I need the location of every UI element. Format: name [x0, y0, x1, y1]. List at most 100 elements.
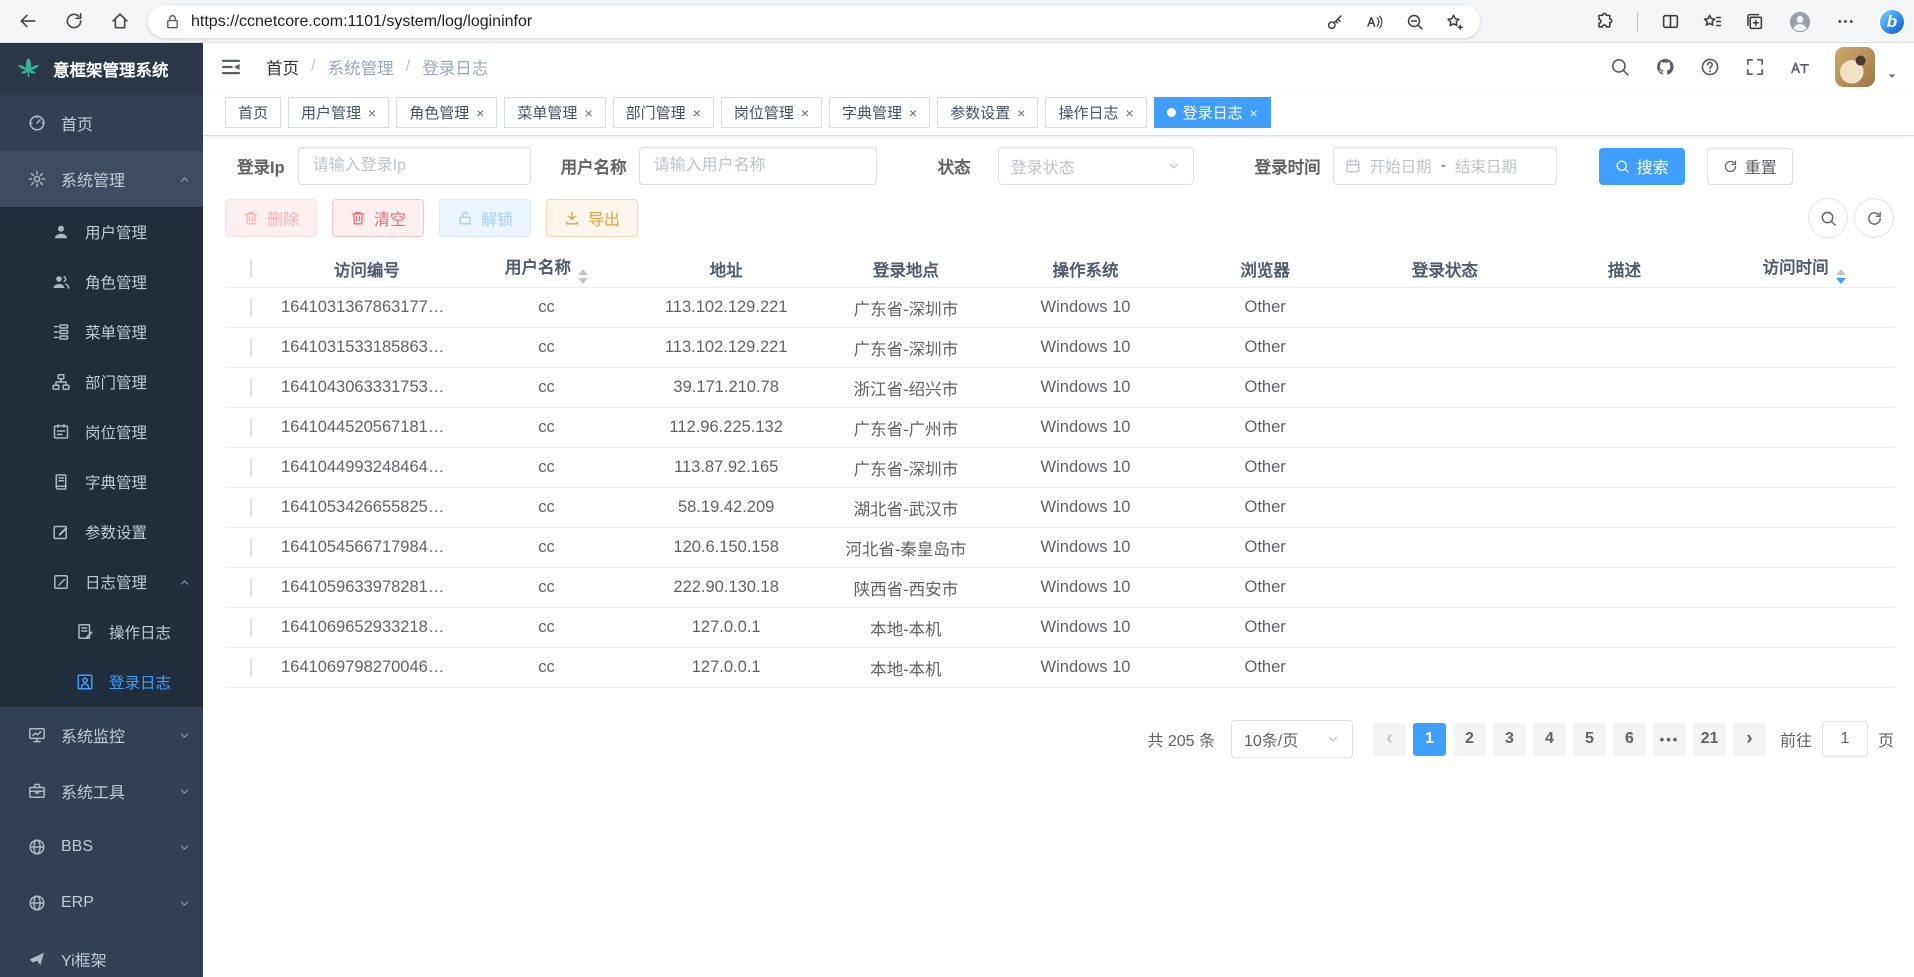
password-key-icon[interactable]	[1326, 13, 1344, 31]
close-tab-icon[interactable]: ×	[1125, 105, 1133, 121]
delete-button[interactable]: 删除	[225, 199, 317, 237]
tab-角色管理[interactable]: 角色管理×	[396, 97, 497, 128]
sidebar-item-dept-management[interactable]: 部门管理	[0, 357, 203, 407]
copilot-bing-icon[interactable]: b	[1878, 8, 1906, 36]
pager-page-2[interactable]: 2	[1453, 723, 1486, 756]
status-select[interactable]: 登录状态	[998, 147, 1194, 185]
sidebar-item-dict-management[interactable]: 字典管理	[0, 457, 203, 507]
favorite-star-icon[interactable]	[1446, 13, 1464, 31]
close-tab-icon[interactable]: ×	[693, 105, 701, 121]
search-button[interactable]: 搜索	[1599, 148, 1685, 185]
row-checkbox[interactable]	[250, 618, 252, 637]
sidebar-collapse-icon[interactable]	[220, 56, 242, 78]
tab-首页[interactable]: 首页	[225, 97, 281, 128]
sidebar-item-system-tools[interactable]: 系统工具	[0, 763, 203, 819]
close-tab-icon[interactable]: ×	[476, 105, 484, 121]
sidebar-item-param-settings[interactable]: 参数设置	[0, 507, 203, 557]
date-range-picker[interactable]: 开始日期 - 结束日期	[1333, 147, 1557, 185]
tab-参数设置[interactable]: 参数设置×	[937, 97, 1038, 128]
browser-back-icon[interactable]	[18, 11, 38, 31]
sidebar-item-erp[interactable]: ERP	[0, 875, 203, 931]
pager-page-6[interactable]: 6	[1613, 723, 1646, 756]
close-tab-icon[interactable]: ×	[584, 105, 592, 121]
sidebar-item-post-management[interactable]: 岗位管理	[0, 407, 203, 457]
row-checkbox[interactable]	[250, 658, 252, 677]
sidebar-item-menu-management[interactable]: 菜单管理	[0, 307, 203, 357]
export-button[interactable]: 导出	[546, 199, 638, 237]
tab-部门管理[interactable]: 部门管理×	[613, 97, 714, 128]
refresh-table-button[interactable]	[1854, 198, 1894, 238]
sidebar-item-role-management[interactable]: 角色管理	[0, 257, 203, 307]
browser-refresh-icon[interactable]	[64, 11, 84, 31]
goto-page-input[interactable]	[1822, 721, 1868, 757]
pager-page-21[interactable]: 21	[1693, 723, 1726, 756]
column-header-用户名称[interactable]: 用户名称	[457, 254, 637, 284]
sidebar-item-system-management[interactable]: 系统管理	[0, 151, 203, 207]
pager-page-1[interactable]: 1	[1413, 723, 1446, 756]
user-avatar[interactable]	[1835, 47, 1875, 87]
font-size-icon[interactable]	[1790, 57, 1810, 77]
row-checkbox[interactable]	[250, 418, 252, 437]
collections-icon[interactable]	[1745, 12, 1764, 31]
row-checkbox[interactable]	[250, 378, 252, 397]
close-tab-icon[interactable]: ×	[909, 105, 917, 121]
read-aloud-icon[interactable]	[1366, 13, 1384, 31]
row-checkbox[interactable]	[250, 298, 252, 317]
show-search-toggle-button[interactable]	[1808, 198, 1848, 238]
column-header-访问时间[interactable]: 访问时间	[1714, 254, 1894, 284]
close-tab-icon[interactable]: ×	[1250, 105, 1258, 121]
row-checkbox[interactable]	[250, 338, 252, 357]
close-tab-icon[interactable]: ×	[801, 105, 809, 121]
close-tab-icon[interactable]: ×	[368, 105, 376, 121]
select-all-checkbox[interactable]	[250, 259, 252, 278]
unlock-button[interactable]: 解锁	[439, 199, 531, 237]
sidebar-item-log-management[interactable]: 日志管理	[0, 557, 203, 607]
sidebar-item-system-monitor[interactable]: 系统监控	[0, 707, 203, 763]
pager-prev-button[interactable]: ‹	[1373, 723, 1406, 756]
header-search-icon[interactable]	[1610, 57, 1630, 77]
sidebar-item-user-management[interactable]: 用户管理	[0, 207, 203, 257]
table-cell: 127.0.0.1	[636, 658, 816, 677]
favorites-bar-icon[interactable]	[1703, 12, 1722, 31]
row-checkbox[interactable]	[250, 458, 252, 477]
github-icon[interactable]	[1655, 57, 1675, 77]
breadcrumb-system[interactable]: 系统管理	[328, 55, 394, 79]
tab-岗位管理[interactable]: 岗位管理×	[721, 97, 822, 128]
tab-字典管理[interactable]: 字典管理×	[829, 97, 930, 128]
browser-menu-icon[interactable]	[1836, 12, 1855, 31]
sidebar-item-home[interactable]: 首页	[0, 95, 203, 151]
sidebar-item-yi-framework[interactable]: Yi框架	[0, 931, 203, 977]
user-name-input[interactable]	[639, 147, 877, 185]
page-size-select[interactable]: 10条/页	[1231, 720, 1353, 758]
table-cell: 本地-本机	[816, 656, 996, 680]
extensions-icon[interactable]	[1595, 12, 1614, 31]
row-checkbox[interactable]	[250, 498, 252, 517]
browser-home-icon[interactable]	[110, 11, 130, 31]
pager-page-3[interactable]: 3	[1493, 723, 1526, 756]
help-icon[interactable]	[1700, 57, 1720, 77]
sidebar-item-operation-log[interactable]: 操作日志	[0, 607, 203, 657]
sidebar-item-bbs[interactable]: BBS	[0, 819, 203, 875]
split-screen-icon[interactable]	[1661, 12, 1680, 31]
sidebar-item-login-log[interactable]: 登录日志	[0, 657, 203, 707]
row-checkbox[interactable]	[250, 538, 252, 557]
fullscreen-icon[interactable]	[1745, 57, 1765, 77]
zoom-out-icon[interactable]	[1406, 13, 1424, 31]
reset-button[interactable]: 重置	[1707, 148, 1793, 185]
address-bar[interactable]: https://ccnetcore.com:1101/system/log/lo…	[148, 5, 1480, 38]
tab-用户管理[interactable]: 用户管理×	[288, 97, 389, 128]
breadcrumb-home[interactable]: 首页	[266, 55, 299, 79]
tab-菜单管理[interactable]: 菜单管理×	[504, 97, 605, 128]
pager-ellipsis[interactable]: •••	[1653, 723, 1686, 756]
browser-profile-icon[interactable]	[1787, 9, 1813, 35]
pager-page-5[interactable]: 5	[1573, 723, 1606, 756]
pager-next-button[interactable]: ›	[1733, 723, 1766, 756]
row-checkbox[interactable]	[250, 578, 252, 597]
tab-操作日志[interactable]: 操作日志×	[1045, 97, 1146, 128]
avatar-caret-icon[interactable]	[1886, 70, 1898, 82]
pager-page-4[interactable]: 4	[1533, 723, 1566, 756]
clear-button[interactable]: 清空	[332, 199, 424, 237]
tab-登录日志[interactable]: 登录日志×	[1154, 97, 1271, 128]
login-ip-input[interactable]	[298, 147, 531, 185]
close-tab-icon[interactable]: ×	[1017, 105, 1025, 121]
